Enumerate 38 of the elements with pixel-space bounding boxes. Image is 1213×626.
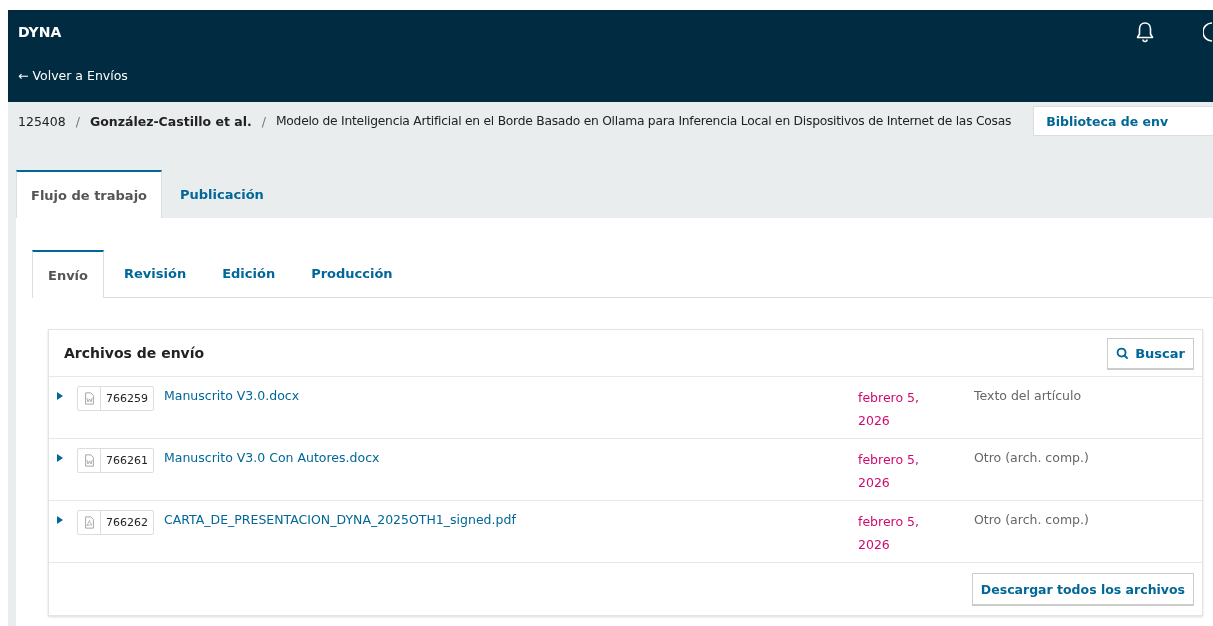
breadcrumb-separator: /: [75, 113, 80, 129]
file-id: 766261: [105, 454, 149, 467]
stage-tab[interactable]: Revisión: [106, 250, 205, 297]
submission-id: 125408: [18, 113, 66, 129]
file-type: Otro (arch. comp.): [974, 450, 1089, 465]
expand-toggle-icon[interactable]: [57, 454, 63, 462]
file-id: 766259: [105, 392, 149, 405]
file-link[interactable]: CARTA_DE_PRESENTACION_DYNA_2025OTH1_signed.pdf: [164, 512, 858, 527]
file-date: febrero 5, 2026: [858, 451, 920, 492]
word-document-icon: [82, 392, 96, 405]
file-type: Texto del artículo: [974, 388, 1082, 403]
file-link[interactable]: Manuscrito V3.0 Con Autores.docx: [164, 450, 858, 465]
tab[interactable]: Flujo de trabajo: [16, 170, 163, 218]
site-title[interactable]: DYNA: [18, 24, 1135, 40]
authors: González-Castillo et al.: [89, 113, 252, 129]
file-link[interactable]: Manuscrito V3.0.docx: [164, 388, 858, 403]
submission-title: Modelo de Inteligencia Artificial en el Borde Basado en Ollama para Inferencia Local en Dispositivos de Internet de las Cosas: [275, 114, 1012, 128]
file-type: Otro (arch. comp.): [974, 512, 1089, 527]
expand-toggle-icon[interactable]: [57, 392, 63, 400]
user-avatar-icon[interactable]: [1203, 22, 1213, 42]
search-button[interactable]: Buscar: [1107, 337, 1194, 369]
back-link[interactable]: ← Volver a Envíos: [18, 68, 128, 83]
tab[interactable]: Publicación: [162, 170, 282, 218]
notification-bell-icon[interactable]: [1135, 21, 1155, 43]
breadcrumb-separator: /: [261, 113, 266, 129]
file-date: febrero 5, 2026: [858, 513, 920, 554]
expand-toggle-icon[interactable]: [57, 516, 63, 524]
stage-tab[interactable]: Producción: [293, 250, 411, 297]
word-document-icon: [82, 454, 96, 467]
pdf-document-icon: [82, 516, 96, 529]
stage-tab[interactable]: Edición: [204, 250, 294, 297]
download-all-button[interactable]: Descargar todos los archivos: [971, 573, 1194, 605]
panel-title: Archivos de envío: [64, 345, 205, 361]
stage-tab[interactable]: Envío: [32, 250, 104, 298]
file-date: febrero 5, 2026: [858, 389, 920, 430]
search-icon: [1116, 346, 1130, 360]
file-id: 766262: [105, 516, 149, 529]
library-button[interactable]: Biblioteca de env: [1033, 106, 1213, 136]
